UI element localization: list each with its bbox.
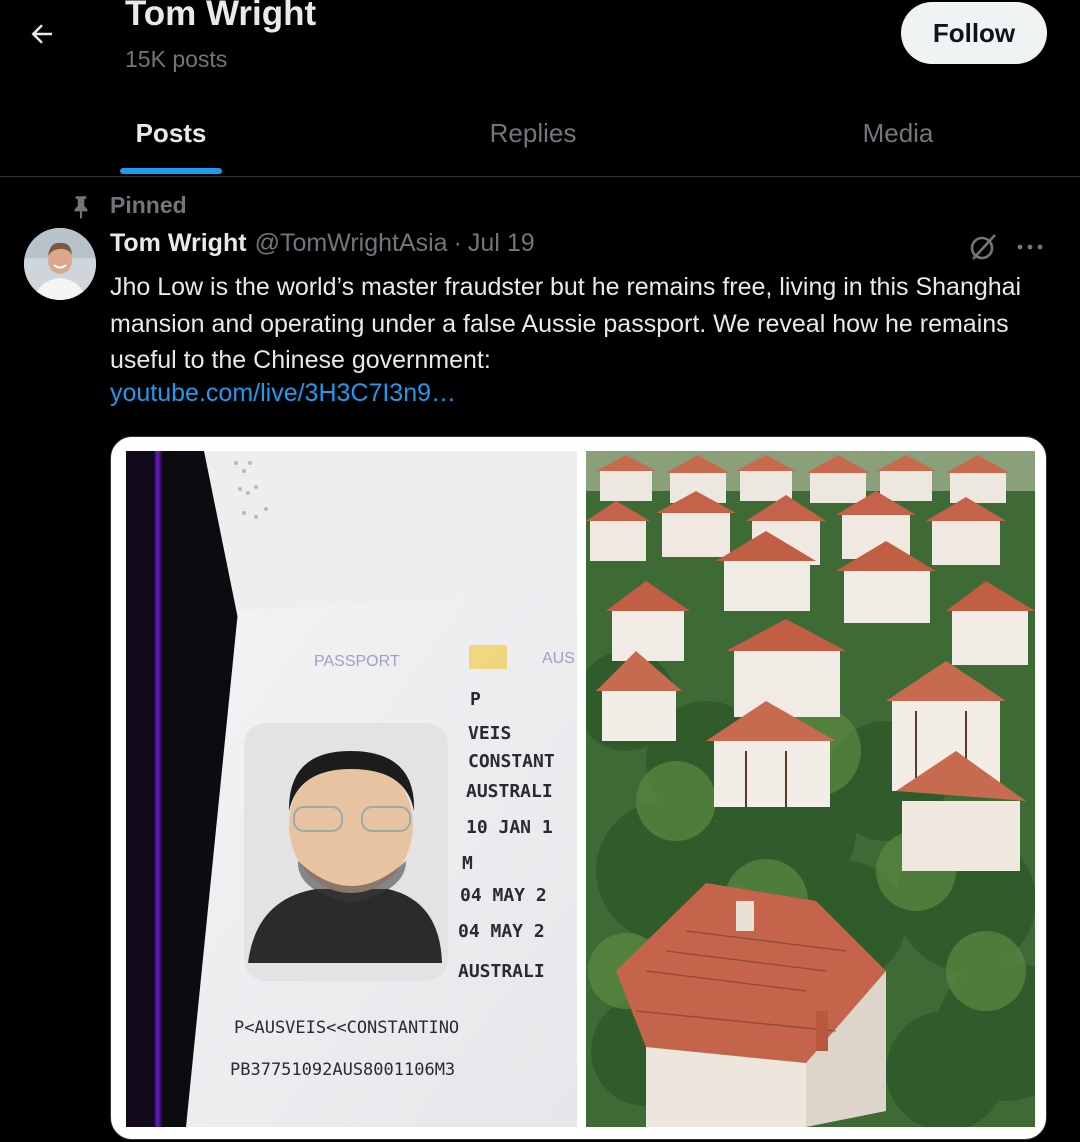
- profile-header: Tom Wright 15K posts Follow: [0, 0, 1080, 90]
- pinned-label: Pinned: [110, 192, 187, 218]
- tab-replies[interactable]: Replies: [440, 90, 626, 176]
- more-icon: [1017, 244, 1043, 250]
- grok-button[interactable]: [966, 230, 1000, 264]
- mansion-aerial-image: [586, 451, 1035, 1127]
- divider: [0, 176, 1080, 177]
- avatar[interactable]: [24, 228, 96, 300]
- back-arrow-icon: [31, 24, 52, 44]
- passport-authority: AUSTRALI: [458, 961, 545, 982]
- tweet-header: Tom Wright @TomWrightAsia · Jul 19: [110, 229, 535, 263]
- passport-label: PASSPORT: [314, 653, 400, 670]
- tweet-handle[interactable]: @TomWrightAsia: [255, 229, 448, 258]
- passport-mrz-line2: PB37751092AUS8001106M3: [230, 1060, 455, 1080]
- tweet-author[interactable]: Tom Wright: [110, 229, 247, 258]
- active-tab-indicator: [120, 168, 222, 174]
- tweet-text: Jho Low is the world’s master fraudster …: [110, 273, 1022, 374]
- passport-type: P: [470, 689, 481, 710]
- passport-nationality: AUSTRALI: [466, 781, 553, 802]
- passport-expiry-date: 04 MAY 2: [458, 921, 545, 942]
- passport-surname: VEIS: [468, 723, 511, 744]
- passport-mrz-line1: P<AUSVEIS<<CONSTANTINO: [234, 1018, 459, 1038]
- tweet-date[interactable]: Jul 19: [468, 229, 535, 258]
- grok-icon: [970, 234, 996, 260]
- profile-name: Tom Wright: [125, 0, 317, 33]
- more-options-button[interactable]: [1013, 232, 1047, 262]
- passport-given-names: CONSTANT: [468, 751, 555, 772]
- profile-tabs: Posts Replies Media: [0, 90, 1080, 176]
- passport-country-label: AUS: [542, 650, 575, 667]
- separator-dot: ·: [453, 229, 462, 257]
- passport-image: PASSPORT AUS P VEIS CONSTANT AUSTRALI 10…: [126, 451, 577, 1127]
- pin-icon: [74, 196, 88, 219]
- passport-issue-date: 04 MAY 2: [460, 885, 547, 906]
- passport-sex: M: [462, 853, 473, 874]
- tab-media[interactable]: Media: [810, 90, 986, 176]
- passport-dob: 10 JAN 1: [466, 817, 553, 838]
- follow-button[interactable]: Follow: [901, 2, 1047, 64]
- tweet-link[interactable]: youtube.com/live/3H3C7I3n9…: [110, 379, 456, 408]
- tweet-media[interactable]: PASSPORT AUS P VEIS CONSTANT AUSTRALI 10…: [110, 436, 1047, 1140]
- back-button[interactable]: [22, 14, 62, 54]
- post-count: 15K posts: [125, 46, 228, 72]
- tab-posts[interactable]: Posts: [90, 90, 252, 176]
